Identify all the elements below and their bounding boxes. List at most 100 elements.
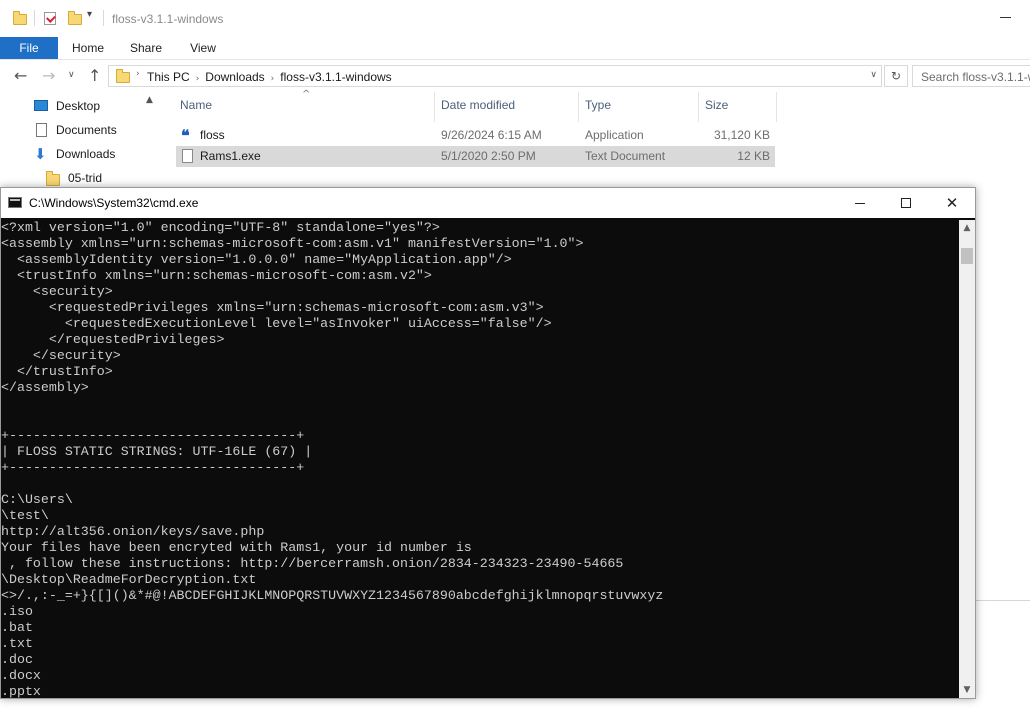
console-icon[interactable]	[8, 197, 22, 208]
chevron-down-icon[interactable]: ∨	[870, 70, 877, 80]
console-line: | FLOSS STATIC STRINGS: UTF-16LE (67) |	[1, 444, 313, 459]
downloads-icon: ⬇	[34, 145, 47, 163]
column-header-date-modified[interactable]: Date modified	[441, 98, 515, 112]
console-line: , follow these instructions: http://berc…	[1, 556, 624, 571]
sidebar-item-label: Desktop	[56, 99, 101, 113]
breadcrumb-this-pc[interactable]: This PC	[147, 70, 190, 84]
chevron-right-icon: ›	[195, 74, 200, 84]
column-header-name[interactable]: Name	[180, 98, 212, 112]
tab-share[interactable]: Share	[124, 37, 168, 59]
chevron-right-icon: ›	[136, 69, 140, 79]
search-input[interactable]: Search floss-v3.1.1-windows	[912, 65, 1030, 87]
console-line: .doc	[1, 652, 33, 667]
tab-view[interactable]: View	[182, 37, 224, 59]
file-type: Text Document	[585, 149, 666, 163]
scroll-up-icon[interactable]: ▲	[146, 95, 153, 105]
close-button[interactable]: ✕	[929, 188, 975, 218]
folder-icon	[46, 171, 60, 186]
console-line: </requestedPrivileges>	[1, 332, 225, 347]
console-line: <trustInfo xmlns="urn:schemas-microsoft-…	[1, 268, 432, 283]
column-divider[interactable]	[698, 92, 699, 122]
file-type: Application	[585, 128, 644, 142]
file-name: Rams1.exe	[200, 149, 261, 163]
breadcrumb: This PC › Downloads › floss-v3.1.1-windows	[147, 70, 392, 84]
sidebar-item-label: Downloads	[56, 147, 116, 161]
breadcrumb-current-folder[interactable]: floss-v3.1.1-windows	[280, 70, 391, 84]
customize-toolbar-icon[interactable]: ▾	[87, 9, 92, 20]
tab-file[interactable]: File	[0, 37, 58, 59]
console-line: </trustInfo>	[1, 364, 113, 379]
console-line: <requestedExecutionLevel level="asInvoke…	[1, 316, 552, 331]
console-line: +------------------------------------+	[1, 460, 305, 475]
console-line: <?xml version="1.0" encoding="UTF-8" sta…	[1, 220, 440, 235]
refresh-icon: ↻	[890, 69, 902, 83]
divider	[103, 10, 104, 26]
file-row[interactable]: Rams1.exe 5/1/2020 2:50 PM Text Document…	[176, 146, 775, 167]
console-line: .bat	[1, 620, 33, 635]
file-size: 12 KB	[737, 149, 770, 163]
console-line: +------------------------------------+	[1, 428, 305, 443]
minimize-button[interactable]	[837, 188, 883, 218]
column-header-size[interactable]: Size	[705, 98, 728, 112]
column-divider[interactable]	[578, 92, 579, 122]
text-document-icon	[182, 149, 193, 163]
window-title: floss-v3.1.1-windows	[112, 12, 224, 26]
minimize-icon	[855, 203, 865, 204]
file-list: ^ Name Date modified Type Size ❝ floss 9…	[172, 89, 792, 192]
folder-icon	[13, 11, 27, 25]
column-divider[interactable]	[776, 92, 777, 122]
console-line: <assembly xmlns="urn:schemas-microsoft-c…	[1, 236, 584, 251]
ribbon: File Home Share View	[0, 37, 1030, 60]
refresh-button[interactable]: ↻	[884, 65, 908, 87]
console-line: .docx	[1, 668, 41, 683]
console-line: http://alt356.onion/keys/save.php	[1, 524, 265, 539]
chevron-right-icon: ›	[270, 74, 275, 84]
scrollbar-thumb[interactable]	[961, 248, 973, 264]
address-row: ← → ∨ ↑ › This PC › Downloads › floss-v3.1.1…	[0, 62, 1030, 89]
application-icon: ❝	[181, 126, 190, 145]
console-line: <assemblyIdentity version="1.0.0.0" name…	[1, 252, 512, 267]
divider	[34, 10, 35, 26]
console-line: <requestedPrivileges xmlns="urn:schemas-…	[1, 300, 544, 315]
vertical-scrollbar[interactable]: ▲ ▼	[959, 220, 975, 698]
column-divider[interactable]	[434, 92, 435, 122]
maximize-button[interactable]	[883, 188, 929, 218]
close-icon: ✕	[945, 194, 959, 212]
breadcrumb-downloads[interactable]: Downloads	[205, 70, 264, 84]
column-header-type[interactable]: Type	[585, 98, 611, 112]
console-line: </security>	[1, 348, 121, 363]
back-arrow-icon[interactable]: ←	[14, 66, 27, 85]
new-folder-icon[interactable]	[68, 11, 82, 25]
sidebar-item-label: 05-trid	[68, 171, 103, 185]
console-output[interactable]: <?xml version="1.0" encoding="UTF-8" sta…	[1, 220, 959, 698]
desktop-icon	[34, 100, 48, 111]
navigation-pane: ▲ Desktop Documents ⬇ Downloads 05-trid	[0, 92, 160, 192]
scroll-down-icon[interactable]: ▼	[959, 682, 975, 698]
console-line: .pptx	[1, 684, 41, 698]
tab-home[interactable]: Home	[66, 37, 110, 59]
file-size: 31,120 KB	[713, 128, 770, 142]
properties-icon[interactable]	[44, 12, 56, 25]
file-name: floss	[200, 128, 225, 142]
address-bar[interactable]: › This PC › Downloads › floss-v3.1.1-windows…	[108, 65, 882, 87]
cmd-titlebar[interactable]: C:\Windows\System32\cmd.exe ✕	[1, 188, 975, 218]
forward-arrow-icon[interactable]: →	[42, 66, 55, 85]
recent-locations-icon[interactable]: ∨	[68, 70, 75, 80]
file-date: 9/26/2024 6:15 AM	[441, 128, 542, 142]
folder-icon	[116, 69, 130, 83]
sidebar-item-label: Documents	[56, 123, 117, 137]
minimize-icon[interactable]	[1000, 17, 1011, 18]
console-line: </assembly>	[1, 380, 89, 395]
up-arrow-icon[interactable]: ↑	[88, 66, 101, 85]
console-line: Your files have been encryted with Rams1…	[1, 540, 472, 555]
console-line: \test\	[1, 508, 49, 523]
file-row[interactable]: ❝ floss 9/26/2024 6:15 AM Application 31…	[176, 125, 775, 146]
console-line: <>/.,:-_=+}{[]()&*#@!ABCDEFGHIJKLMNOPQRS…	[1, 588, 664, 603]
file-date: 5/1/2020 2:50 PM	[441, 149, 536, 163]
scroll-up-icon[interactable]: ▲	[959, 220, 975, 236]
console-line: <security>	[1, 284, 113, 299]
command-prompt-window[interactable]: C:\Windows\System32\cmd.exe ✕ <?xml vers…	[0, 187, 976, 699]
window-title: C:\Windows\System32\cmd.exe	[29, 196, 199, 210]
